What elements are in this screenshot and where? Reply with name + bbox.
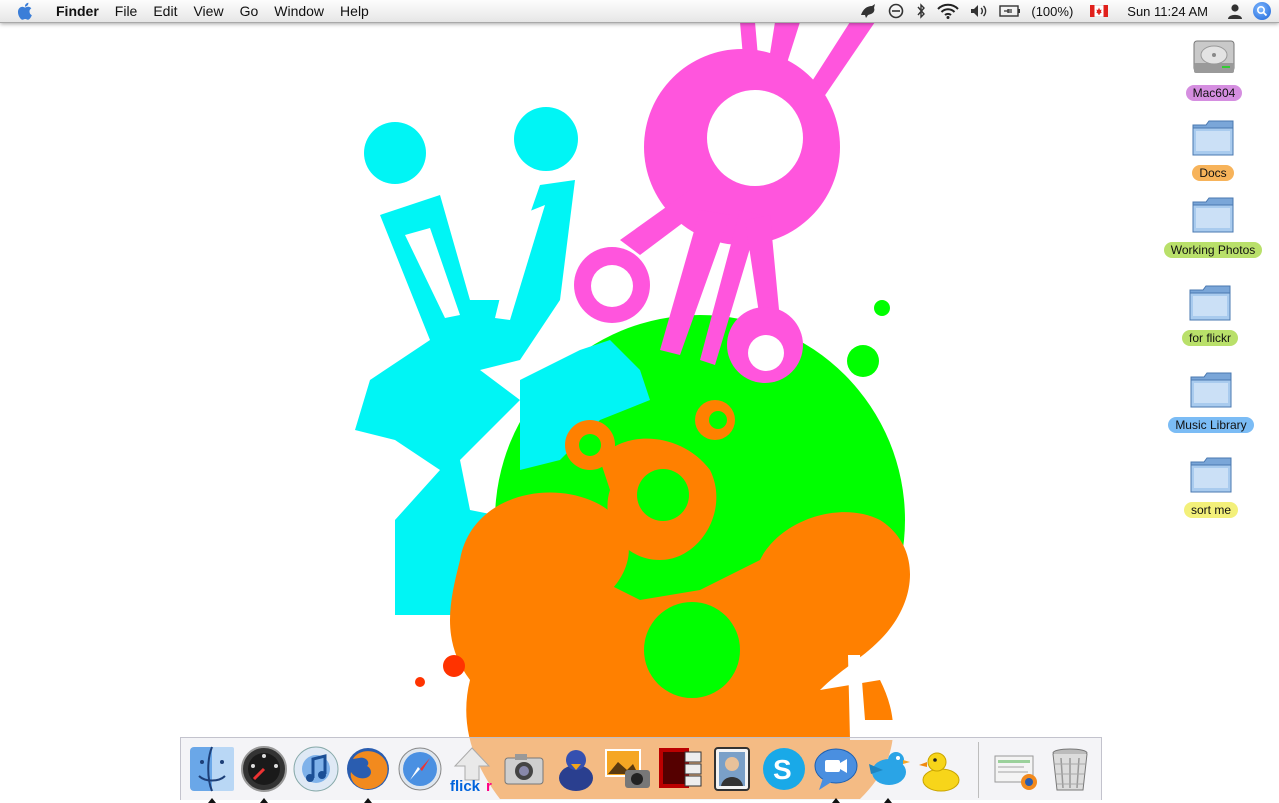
battery-percentage[interactable]: (100%) — [1031, 4, 1073, 19]
desktop-icon-working-photos[interactable]: Working Photos — [1158, 190, 1268, 258]
flickr-uploadr-icon[interactable]: flick r — [447, 744, 497, 795]
folder-icon — [1192, 120, 1234, 156]
hard-drive-icon — [1193, 40, 1235, 73]
dashboard-icon[interactable] — [239, 744, 289, 803]
bluetooth-icon[interactable] — [915, 3, 927, 19]
folder-icon — [1192, 197, 1234, 233]
growl-icon[interactable] — [859, 3, 877, 19]
folder-icon — [1189, 285, 1231, 321]
menu-file[interactable]: File — [107, 0, 146, 22]
adium-duck-icon[interactable] — [551, 744, 601, 794]
menu-window[interactable]: Window — [266, 0, 332, 22]
desktop-icon-docs[interactable]: Docs — [1158, 113, 1268, 181]
desktop-icon-mac604[interactable]: Mac604 — [1159, 33, 1269, 101]
twitter-bird-icon[interactable] — [863, 744, 913, 803]
safari-icon[interactable] — [395, 744, 445, 794]
menu-view[interactable]: View — [185, 0, 231, 22]
folder-icon — [1190, 457, 1232, 493]
green-dot-medium — [847, 345, 879, 377]
desktop-icon-for-flickr[interactable]: for flickr — [1155, 278, 1265, 346]
red-dot-small — [415, 677, 425, 687]
chat-status-icon[interactable] — [887, 3, 905, 19]
itunes-icon[interactable] — [291, 744, 341, 794]
finder-icon[interactable] — [187, 744, 237, 803]
volume-icon[interactable] — [969, 3, 989, 19]
dock-separator — [978, 742, 979, 798]
folder-icon — [1190, 372, 1232, 408]
battery-icon[interactable] — [999, 4, 1021, 18]
menu-edit[interactable]: Edit — [145, 0, 185, 22]
menu-bar: Finder File Edit View Go Window Help (10… — [0, 0, 1279, 23]
photo-viewer-icon[interactable] — [707, 744, 757, 794]
skype-icon[interactable]: S — [759, 744, 809, 794]
firefox-icon[interactable] — [343, 744, 393, 803]
green-dot-small — [874, 300, 890, 316]
iphoto-icon[interactable] — [603, 744, 653, 794]
downloads-stack-icon[interactable] — [991, 744, 1041, 794]
menu-help[interactable]: Help — [332, 0, 377, 22]
clock[interactable]: Sun 11:24 AM — [1127, 4, 1208, 19]
magenta-figure — [574, 22, 875, 383]
desktop-icon-label: Mac604 — [1185, 85, 1243, 101]
dock: flick r S — [180, 737, 1102, 803]
spotlight-icon[interactable] — [1253, 2, 1271, 20]
red-dot-large — [443, 655, 465, 677]
screenshot-camera-icon[interactable] — [499, 744, 549, 794]
svg-text:flick: flick — [450, 778, 481, 794]
desktop-icon-label: Docs — [1192, 165, 1234, 181]
apple-menu-icon[interactable] — [16, 1, 38, 21]
desktop-icon-label: sort me — [1183, 502, 1238, 518]
desktop-icon-sort-me[interactable]: sort me — [1156, 450, 1266, 518]
wifi-icon[interactable] — [937, 3, 960, 19]
menu-finder[interactable]: Finder — [48, 0, 107, 22]
desktop-icon-music-library[interactable]: Music Library — [1156, 365, 1266, 433]
desktop-icon-label: for flickr — [1182, 330, 1238, 346]
cyberduck-icon[interactable] — [915, 744, 965, 794]
photo-booth-icon[interactable] — [655, 744, 705, 794]
svg-text:S: S — [773, 754, 792, 785]
ichat-icon[interactable] — [811, 744, 861, 803]
status-area: (100%) Sun 11:24 AM — [854, 0, 1279, 22]
wallpaper — [355, 22, 915, 799]
desktop-icon-label: Working Photos — [1163, 242, 1263, 258]
svg-text:r: r — [486, 778, 492, 794]
desktop-icon-label: Music Library — [1168, 417, 1254, 433]
trash-icon[interactable] — [1045, 744, 1095, 794]
menu-go[interactable]: Go — [232, 0, 267, 22]
user-icon[interactable] — [1227, 3, 1243, 19]
canada-flag-icon[interactable] — [1090, 5, 1109, 17]
